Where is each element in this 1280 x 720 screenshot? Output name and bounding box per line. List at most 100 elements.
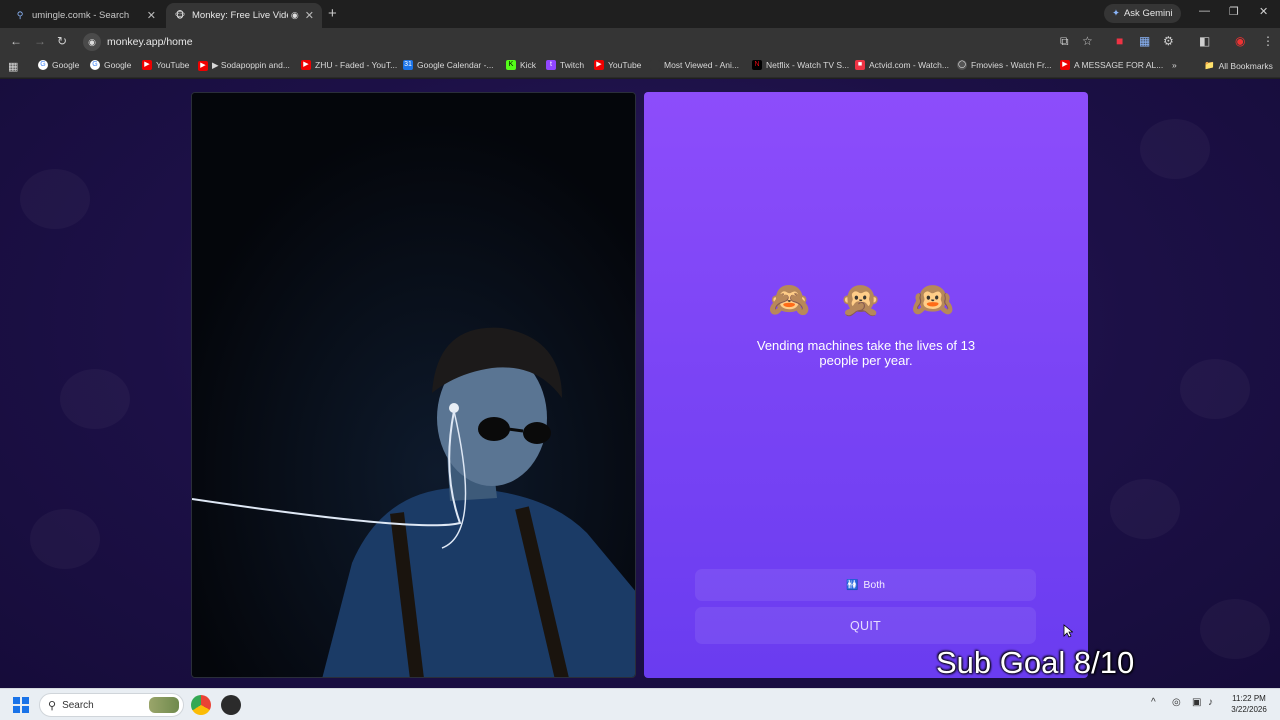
kick-icon: K: [506, 60, 516, 70]
recording-icon: ◉: [290, 10, 299, 20]
profile-avatar-icon[interactable]: ◉: [1235, 34, 1245, 48]
forward-icon[interactable]: →: [34, 34, 46, 48]
bookmark-zhu[interactable]: ▶ ZHU - Faded - YouT...: [301, 60, 397, 70]
bookmark-label: YouTube: [608, 60, 642, 70]
youtube-icon: ▶: [301, 60, 311, 70]
bookmark-google[interactable]: G Google: [90, 60, 131, 70]
bookmark-kick[interactable]: K Kick: [506, 60, 536, 70]
taskbar-clock[interactable]: 11:22 PM 3/22/2026: [1224, 693, 1274, 715]
back-icon[interactable]: ←: [10, 34, 22, 48]
search-icon: ⚲: [48, 699, 57, 712]
search-highlight-image: [149, 697, 179, 713]
sub-goal-overlay: Sub Goal 8/10: [936, 645, 1135, 680]
bookmark-message[interactable]: ▶ A MESSAGE FOR AL...: [1060, 60, 1163, 70]
youtube-icon: ▶: [142, 60, 152, 70]
all-bookmarks-label: All Bookmarks: [1218, 60, 1273, 71]
gender-both-button[interactable]: 🚻 Both: [695, 569, 1036, 601]
close-tab-icon[interactable]: ✕: [305, 9, 314, 22]
quit-button[interactable]: QUIT: [695, 607, 1036, 644]
tab-strip: ⚲ umingle.comk - Search ✕ 🐵 Monkey: Free…: [0, 0, 1280, 28]
monkey-icon: 🐵: [174, 10, 186, 20]
minimize-icon[interactable]: —: [1199, 5, 1210, 17]
bookmark-label: Netflix - Watch TV S...: [766, 60, 850, 70]
page-icon: [650, 60, 660, 70]
bookmark-youtube[interactable]: ▶ YouTube: [594, 60, 641, 70]
address-bar[interactable]: ◉ monkey.app/home: [80, 31, 1280, 53]
bookmark-star-icon[interactable]: ☆: [1082, 34, 1093, 48]
twitch-icon: t: [546, 60, 556, 70]
apps-grid-icon[interactable]: ▦: [8, 60, 18, 73]
menu-dots-icon[interactable]: ⋮: [1262, 34, 1274, 48]
bookmark-label: A MESSAGE FOR AL...: [1074, 60, 1164, 70]
windows-taskbar: ⚲ Search ^ ◎ ▣ ♪ 11:22 PM 3/22/2026: [0, 688, 1280, 720]
bookmark-actvid[interactable]: ■ Actvid.com - Watch...: [855, 60, 949, 70]
close-tab-icon[interactable]: ✕: [147, 9, 156, 22]
bookmark-most-viewed[interactable]: Most Viewed - Ani...: [650, 60, 739, 70]
search-icon: ⚲: [16, 10, 24, 20]
restroom-icon: 🚻: [845, 579, 859, 591]
tab-monkey[interactable]: 🐵 Monkey: Free Live Video Ch ◉ ✕: [166, 3, 322, 28]
background-blob: [60, 369, 130, 429]
gemini-icon: ✦: [1112, 8, 1120, 19]
ask-gemini-button[interactable]: ✦ Ask Gemini: [1104, 4, 1181, 23]
folder-icon: 📁: [1204, 60, 1215, 70]
windows-start-icon[interactable]: [13, 697, 29, 713]
side-panel-icon[interactable]: ◧: [1199, 34, 1210, 48]
restore-icon[interactable]: ❐: [1229, 5, 1239, 18]
taskbar-search[interactable]: ⚲ Search: [39, 693, 184, 717]
all-bookmarks[interactable]: 📁 All Bookmarks: [1204, 60, 1273, 71]
google-icon: G: [90, 60, 100, 70]
background-blob: [30, 509, 100, 569]
url-text: monkey.app/home: [107, 36, 193, 48]
webcam-video: [191, 92, 636, 678]
chrome-taskbar-icon[interactable]: [191, 695, 211, 715]
install-app-icon[interactable]: ⧉: [1060, 34, 1069, 49]
background-blob: [20, 169, 90, 229]
microphone-icon[interactable]: ◎: [1172, 697, 1181, 708]
bookmark-calendar[interactable]: 31 Google Calendar -...: [403, 60, 494, 70]
close-window-icon[interactable]: ✕: [1259, 5, 1268, 18]
new-tab-button[interactable]: +: [328, 5, 337, 22]
youtube-icon: ▶: [1060, 60, 1070, 70]
background-blob: [1180, 359, 1250, 419]
bookmark-label: Google: [52, 60, 80, 70]
clock-time: 11:22 PM: [1232, 694, 1266, 703]
bookmark-label: Fmovies - Watch Fr...: [971, 60, 1052, 70]
bookmark-twitch[interactable]: t Twitch: [546, 60, 584, 70]
taskbar-search-placeholder: Search: [62, 699, 94, 711]
browser-toolbar: ← → ↻ ◉ monkey.app/home ⧉ ☆ ■ ▦ ⚙ ◧ ◉ ⋮: [0, 28, 1280, 56]
bookmark-youtube[interactable]: ▶ YouTube: [142, 60, 189, 70]
match-panel: 🙈 🙊 🙉 Vending machines take the lives of…: [644, 92, 1088, 678]
more-bookmarks-chevron-icon[interactable]: »: [1172, 60, 1177, 70]
tab-search[interactable]: ⚲ umingle.comk - Search ✕: [6, 3, 164, 28]
bookmark-label: Kick: [520, 60, 537, 70]
volume-icon[interactable]: ♪: [1208, 697, 1213, 708]
network-icon[interactable]: ▣: [1192, 697, 1201, 708]
monkey-page: 🙈 🙊 🙉 Vending machines take the lives of…: [0, 79, 1280, 688]
reload-icon[interactable]: ↻: [57, 34, 67, 48]
tray-chevron-icon[interactable]: ^: [1151, 697, 1156, 708]
background-blob: [1200, 599, 1270, 659]
bookmark-label: Twitch: [560, 60, 585, 70]
bookmark-netflix[interactable]: N Netflix - Watch TV S...: [752, 60, 849, 70]
bookmark-google[interactable]: G Google: [38, 60, 79, 70]
bookmark-label: YouTube: [156, 60, 190, 70]
mouse-cursor-icon: [1063, 624, 1073, 638]
ask-gemini-label: Ask Gemini: [1123, 8, 1173, 19]
bookmarks-bar: ▦ G Google G Google ▶ YouTube ▶ ▶ Sodapoppin…: [0, 56, 1280, 78]
extension-red-icon[interactable]: ■: [1116, 34, 1123, 48]
bookmark-sodapoppin[interactable]: ▶ ▶ Sodapoppin and...: [198, 60, 290, 71]
site-info-icon[interactable]: ◉: [83, 33, 101, 51]
extension-grid-icon[interactable]: ▦: [1139, 34, 1150, 48]
calendar-icon: 31: [403, 60, 413, 70]
bookmark-label: Google Calendar -...: [417, 60, 494, 70]
background-blob: [1110, 479, 1180, 539]
globe-icon: ◯: [957, 60, 967, 70]
bookmark-label: Google: [104, 60, 132, 70]
app-taskbar-icon[interactable]: [221, 695, 241, 715]
bookmark-fmovies[interactable]: ◯ Fmovies - Watch Fr...: [957, 60, 1051, 70]
google-icon: G: [38, 60, 48, 70]
tab-title: umingle.comk - Search: [32, 10, 130, 21]
extensions-icon[interactable]: ⚙: [1163, 34, 1174, 48]
monkey-emoji-row: 🙈 🙊 🙉: [768, 281, 964, 319]
